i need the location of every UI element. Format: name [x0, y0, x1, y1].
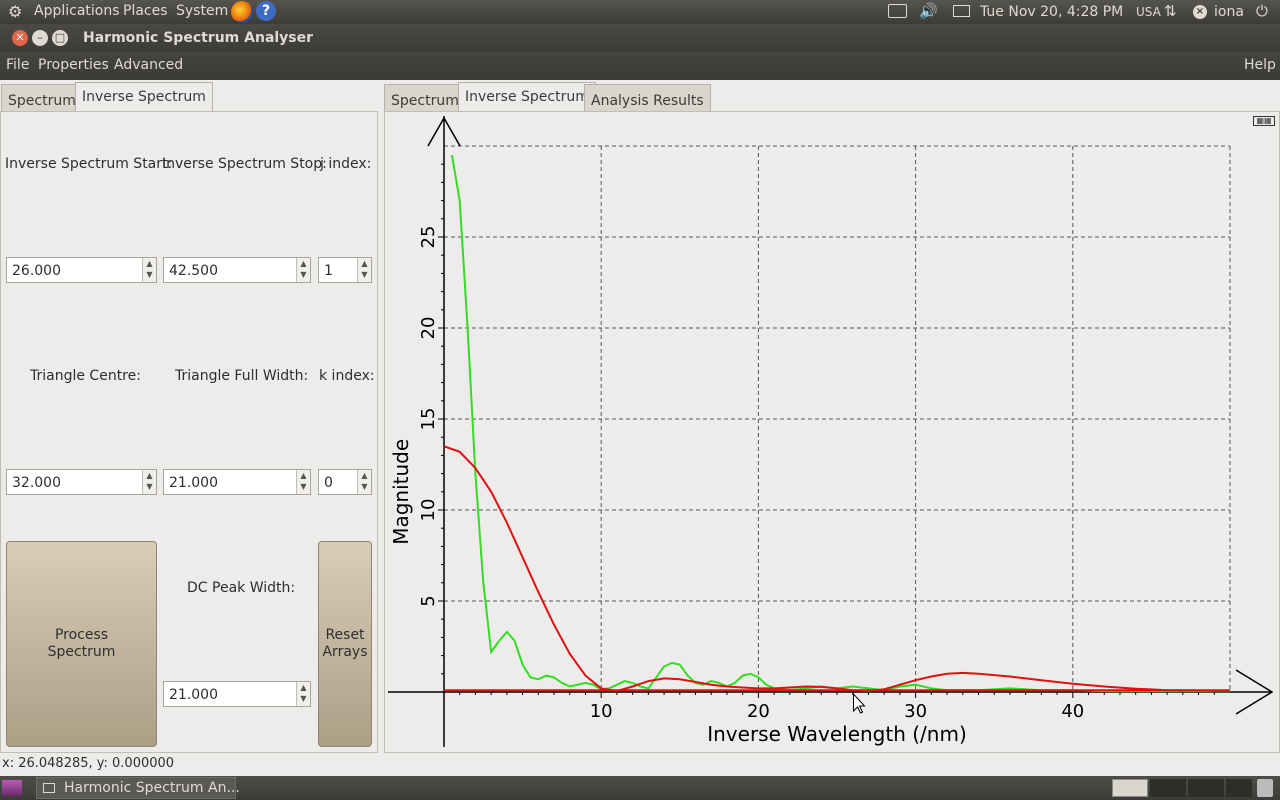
cursor-coordinates: x: 26.048285, y: 0.000000 — [2, 756, 175, 771]
volume-icon[interactable]: 🔊 — [919, 2, 938, 20]
firefox-icon[interactable] — [231, 1, 253, 23]
inverse-stop-label: Inverse Spectrum Stop: — [162, 156, 327, 172]
dc-peak-width-label: DC Peak Width: — [187, 580, 296, 596]
bottom-taskbar: Harmonic Spectrum An... — [0, 776, 1280, 800]
dc-peak-width-input[interactable]: 21.000 ▲ ▼ — [163, 681, 311, 707]
network-icon[interactable]: ⇅ — [1164, 2, 1177, 20]
y-tick-label: 15 — [418, 408, 439, 431]
inverse-start-stepper[interactable]: ▲ ▼ — [142, 258, 156, 282]
user-status-icon[interactable]: × — [1193, 5, 1207, 19]
show-desktop-icon[interactable] — [2, 780, 22, 796]
keyboard-icon[interactable] — [888, 4, 907, 18]
j-index-input[interactable]: 1 ▲ ▼ — [318, 257, 372, 283]
menu-file[interactable]: File — [6, 57, 29, 73]
j-index-stepper[interactable]: ▲ ▼ — [357, 258, 371, 282]
workspace-4[interactable] — [1226, 779, 1252, 797]
minimize-window-icon[interactable]: – — [32, 30, 48, 46]
inverse-spectrum-plot[interactable]: 10 20 30 40 5 10 15 20 25 Inverse Wavelength (/nm… — [384, 112, 1280, 752]
ubuntu-logo-icon[interactable]: ⚙ — [8, 2, 22, 21]
menu-help[interactable]: Help — [1244, 57, 1276, 73]
maximize-window-icon[interactable]: □ — [52, 30, 68, 46]
power-icon[interactable]: ⏻ — [1256, 2, 1268, 20]
triangle-centre-input[interactable]: 32.000 ▲ ▼ — [6, 469, 157, 495]
clock[interactable]: Tue Nov 20, 4:28 PM — [980, 4, 1123, 20]
window-title: Harmonic Spectrum Analyser — [83, 30, 314, 46]
right-tab-spectrum[interactable]: Spectrum — [384, 84, 466, 112]
taskbar-window-button[interactable]: Harmonic Spectrum An... — [36, 777, 240, 799]
x-tick-label: 40 — [1061, 701, 1084, 722]
k-index-input[interactable]: 0 ▲ ▼ — [318, 469, 372, 495]
process-spectrum-button[interactable]: Process Spectrum — [6, 541, 157, 747]
series-line-0 — [450, 154, 1230, 693]
inverse-stop-input[interactable]: 42.500 ▲ ▼ — [163, 257, 311, 283]
left-tab-inverse-spectrum[interactable]: Inverse Spectrum — [75, 82, 213, 112]
triangle-width-stepper[interactable]: ▲ ▼ — [296, 470, 310, 494]
inverse-start-input[interactable]: 26.000 ▲ ▼ — [6, 257, 157, 283]
y-tick-label: 10 — [418, 499, 439, 522]
window-titlebar[interactable]: ✕ – □ Harmonic Spectrum Analyser — [0, 24, 1280, 52]
y-axis-label: Magnitude — [389, 439, 413, 545]
mouse-cursor-icon — [853, 692, 866, 714]
mail-icon[interactable] — [953, 5, 970, 17]
inverse-stop-stepper[interactable]: ▲ ▼ — [296, 258, 310, 282]
k-index-label: k index: — [319, 368, 375, 384]
trash-icon[interactable] — [1257, 779, 1273, 797]
inverse-start-label: Inverse Spectrum Start: — [5, 156, 173, 172]
menubar: File Properties Advanced Help — [0, 52, 1280, 80]
workspace-2[interactable] — [1150, 779, 1186, 797]
workspace-3[interactable] — [1188, 779, 1224, 797]
triangle-centre-label: Triangle Centre: — [30, 368, 141, 384]
j-index-label: j index: — [320, 156, 372, 172]
triangle-width-label: Triangle Full Width: — [175, 368, 309, 384]
places-menu[interactable]: Places — [123, 3, 168, 19]
right-tab-analysis-results[interactable]: Analysis Results — [584, 84, 711, 112]
y-tick-label: 25 — [418, 226, 439, 249]
applications-menu[interactable]: Applications — [34, 3, 120, 19]
close-window-icon[interactable]: ✕ — [12, 30, 28, 46]
top-panel: ⚙ Applications Places System ? 🔊 Tue Nov… — [0, 0, 1280, 24]
x-axis-label: Inverse Wavelength (/nm) — [707, 722, 967, 746]
status-bar: x: 26.048285, y: 0.000000 — [0, 756, 1280, 776]
help-icon[interactable]: ? — [256, 1, 276, 21]
menu-advanced[interactable]: Advanced — [114, 57, 183, 73]
left-tab-spectrum[interactable]: Spectrum — [1, 84, 83, 112]
keyboard-layout-indicator[interactable]: USA — [1136, 5, 1161, 19]
workspace-1[interactable] — [1112, 779, 1148, 797]
x-tick-label: 30 — [904, 701, 927, 722]
taskbar-window-label: Harmonic Spectrum An... — [64, 780, 240, 796]
series-line-1 — [443, 445, 1231, 693]
triangle-width-input[interactable]: 21.000 ▲ ▼ — [163, 469, 311, 495]
right-tab-inverse-spectrum[interactable]: Inverse Spectrum — [458, 82, 596, 112]
user-name[interactable]: iona — [1214, 4, 1244, 20]
reset-arrays-button[interactable]: Reset Arrays — [318, 541, 372, 747]
y-tick-label: 20 — [418, 317, 439, 340]
dc-peak-width-stepper[interactable]: ▲ ▼ — [296, 682, 310, 706]
triangle-centre-stepper[interactable]: ▲ ▼ — [142, 470, 156, 494]
menu-properties[interactable]: Properties — [38, 57, 109, 73]
y-tick-label: 5 — [418, 595, 439, 606]
k-index-stepper[interactable]: ▲ ▼ — [357, 470, 371, 494]
window-app-icon — [43, 783, 55, 793]
x-tick-label: 10 — [590, 701, 613, 722]
system-menu[interactable]: System — [176, 3, 228, 19]
x-tick-label: 20 — [747, 701, 770, 722]
